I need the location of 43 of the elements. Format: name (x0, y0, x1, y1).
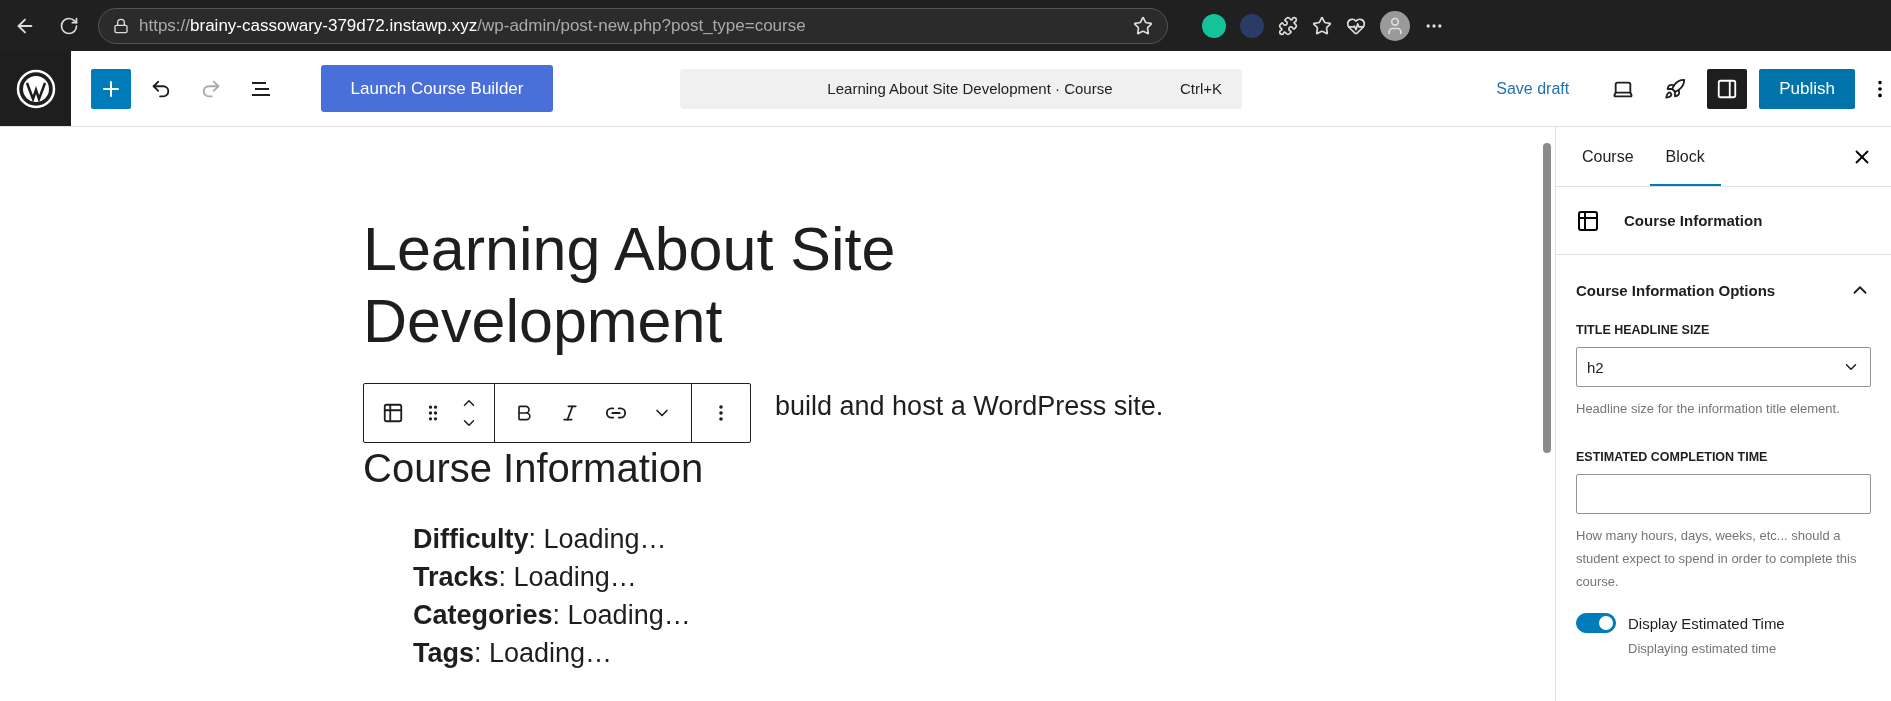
panel-header[interactable]: Course Information Options (1576, 275, 1871, 305)
info-item: Tags: Loading… (413, 637, 614, 669)
health-icon[interactable] (1346, 15, 1366, 36)
profile-avatar[interactable] (1380, 10, 1410, 41)
block-name: Course Information (1624, 212, 1763, 229)
help-text: Headline size for the information title element. (1576, 400, 1841, 418)
lock-icon (113, 17, 129, 34)
add-block-button[interactable] (91, 68, 131, 109)
address-bar[interactable]: https://brainy-cassowary-379d72.instawp.xyz/wp-admin/post-new.php?post_type=course (98, 7, 1168, 44)
input-field[interactable] (1576, 474, 1871, 514)
help-text: Displaying estimated time (1628, 641, 1778, 656)
italic-icon (560, 403, 580, 423)
reload-icon (59, 15, 79, 36)
section-heading: Course Information (363, 446, 705, 491)
sidebar-icon (1716, 77, 1739, 100)
url-text: https://brainy-cassowary-379d72.instawp.xyz/wp-admin/post-new.php?post_type=course (139, 15, 807, 36)
settings-button[interactable] (1707, 68, 1748, 109)
info-item: Difficulty: Loading… (413, 523, 668, 555)
rocket-icon (1664, 77, 1687, 100)
toggle-label: Display Estimated Time (1628, 614, 1785, 632)
favorites-icon[interactable] (1312, 15, 1332, 36)
info-item: Categories: Loading… (413, 599, 692, 631)
info-item: Tracks: Loading… (413, 561, 638, 593)
help-text: How many hours, days, weeks, etc... should a student expect to spend in order to complete this course. (1576, 527, 1858, 591)
extension-icon[interactable] (1202, 13, 1226, 38)
field-label: TITLE HEADLINE SIZE (1576, 323, 1711, 337)
sidebar-tab[interactable]: Block (1649, 127, 1721, 186)
wordpress-logo[interactable] (0, 51, 71, 126)
more-icon (719, 405, 723, 421)
field-label: ESTIMATED COMPLETION TIME (1576, 450, 1769, 464)
extensions-icon[interactable] (1278, 15, 1298, 36)
paragraph-text: build and host a WordPress site. (775, 391, 1165, 422)
toggle-switch[interactable] (1576, 613, 1616, 633)
table-icon (382, 402, 404, 424)
post-title[interactable]: Learning About Site Development (363, 213, 983, 357)
table-icon (1576, 208, 1600, 233)
sidebar-tab[interactable]: Course (1566, 127, 1650, 186)
command-palette[interactable]: Learning About Site Development · Course Ctrl+K (680, 68, 1242, 109)
select-field[interactable]: h2 (1576, 347, 1871, 387)
launch-course-builder-button[interactable]: Launch Course Builder (321, 65, 553, 112)
favorite-icon[interactable] (1133, 15, 1153, 36)
publish-button[interactable]: Publish (1759, 68, 1855, 109)
save-draft-link[interactable]: Save draft (1490, 78, 1576, 99)
